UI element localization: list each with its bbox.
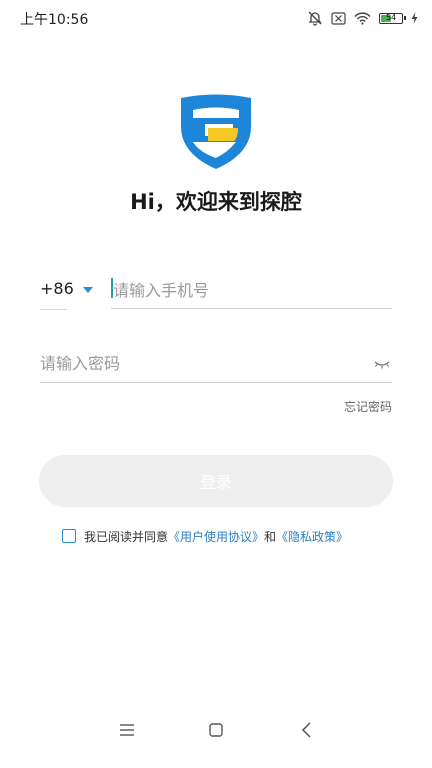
- status-time: 上午10:56: [20, 12, 89, 28]
- back-icon[interactable]: [297, 720, 317, 740]
- login-button[interactable]: 登录: [39, 455, 393, 507]
- welcome-title: Hi，欢迎来到探腔: [130, 190, 302, 214]
- mute-bell-icon: [307, 10, 323, 26]
- eye-closed-icon[interactable]: [374, 355, 390, 369]
- country-code-label: +86: [40, 278, 74, 298]
- menu-icon[interactable]: [117, 720, 137, 740]
- country-code-selector[interactable]: +86: [40, 276, 94, 300]
- agreement-conjunction: 和: [264, 529, 277, 544]
- battery-icon: 54: [379, 12, 406, 24]
- shield-logo-icon: [176, 94, 256, 172]
- caret-down-icon: [82, 279, 94, 298]
- battery-tip: [404, 15, 406, 20]
- notification-blocked-icon: [331, 11, 346, 25]
- agreement-checkbox[interactable]: [62, 529, 76, 543]
- home-icon[interactable]: [206, 720, 226, 740]
- password-input[interactable]: [40, 345, 392, 383]
- agreement-row: 我已阅读并同意 《用户使用协议》 和 《隐私政策》: [62, 527, 348, 545]
- privacy-policy-link[interactable]: 《隐私政策》: [276, 528, 348, 545]
- wifi-icon: [354, 11, 371, 25]
- agreement-prefix: 我已阅读并同意: [84, 529, 169, 544]
- battery-level: 54: [385, 13, 397, 22]
- text-cursor: [111, 278, 113, 298]
- forgot-password-link[interactable]: 忘记密码: [344, 398, 392, 415]
- status-icons: 54: [307, 9, 418, 27]
- charging-bolt-icon: [411, 12, 418, 24]
- user-agreement-link[interactable]: 《用户使用协议》: [168, 528, 264, 545]
- system-nav-bar: [0, 708, 432, 752]
- country-code-underline: [40, 309, 67, 310]
- status-bar: 上午10:56 54: [0, 0, 432, 36]
- phone-input[interactable]: [111, 273, 392, 309]
